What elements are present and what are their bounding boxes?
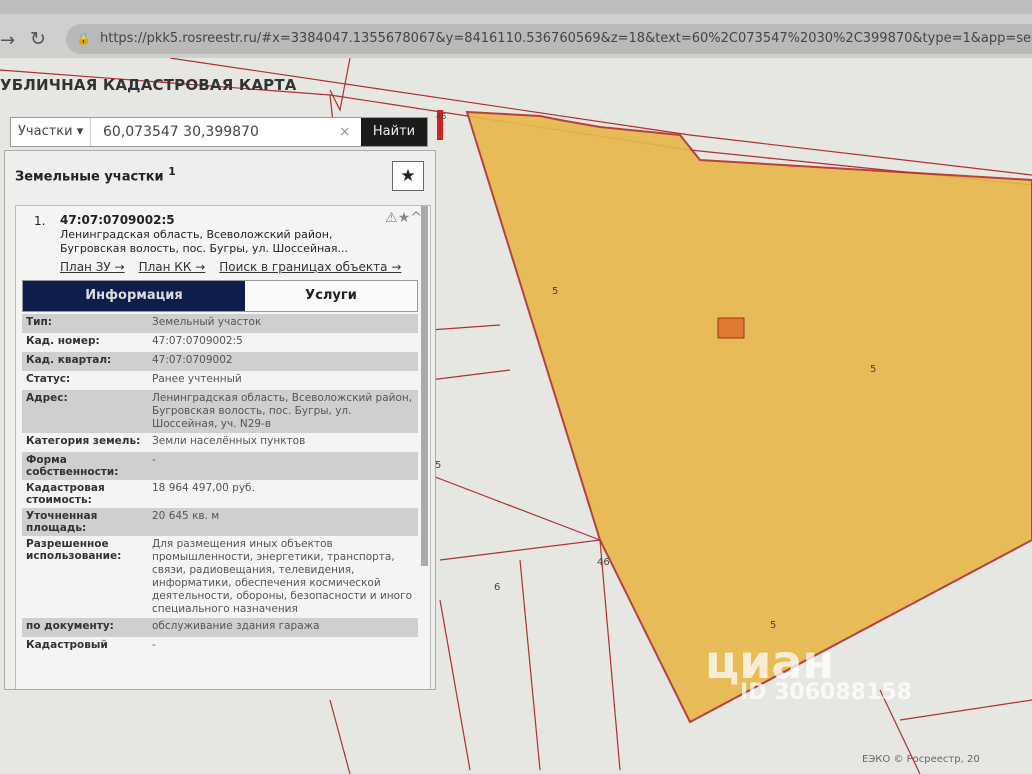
tab-information[interactable]: Информация <box>23 281 245 311</box>
info-key: по документу: <box>26 620 114 632</box>
plan-kk-link[interactable]: План КК → <box>139 260 206 274</box>
info-key: Разрешенное использование: <box>26 538 122 562</box>
info-table: Тип: Земельный участок Кад. номер: 47:07:07… <box>22 314 418 656</box>
result-card: 1. 47:07:0709002:5 ⚠★^ Ленинградская обл… <box>15 205 431 689</box>
info-row: Тип: Земельный участок <box>22 314 418 333</box>
info-key: Кад. квартал: <box>26 354 112 366</box>
info-value: 18 964 497,00 руб. <box>152 482 255 494</box>
result-index: 1. <box>34 214 46 228</box>
result-address: Ленинградская область, Всеволожский райо… <box>60 228 349 255</box>
info-key: Форма собственности: <box>26 454 119 478</box>
result-count: 1 <box>168 165 176 178</box>
scrollbar[interactable] <box>421 206 428 566</box>
browser-tabs[interactable] <box>0 0 1032 14</box>
info-row: Кадастровая стоимость: 18 964 497,00 руб. <box>22 480 418 508</box>
info-key: Уточненная площадь: <box>26 510 98 534</box>
search-button[interactable]: Найти <box>361 118 427 146</box>
favorites-star-button[interactable]: ★ <box>392 161 424 191</box>
warning-icon[interactable]: ⚠ <box>385 210 398 226</box>
map-label: 6 <box>494 582 501 593</box>
info-value: Для размещения иных объектов промышленно… <box>152 538 413 615</box>
info-value: 47:07:0709002 <box>152 354 233 366</box>
info-value: 47:07:0709002:5 <box>152 335 243 347</box>
lock-icon: 🔒 <box>76 31 91 45</box>
info-key: Кадастровый <box>26 639 108 651</box>
info-row: Кад. номер: 47:07:0709002:5 <box>22 333 418 352</box>
map-label: 5 <box>552 286 559 297</box>
info-value: Ленинградская область, Всеволожский райо… <box>152 392 413 430</box>
search-input[interactable]: 60,073547 30,399870 <box>91 124 339 140</box>
info-key: Категория земель: <box>26 435 141 447</box>
app-title: УБЛИЧНАЯ КАДАСТРОВАЯ КАРТА <box>0 76 297 94</box>
info-row: Категория земель: Земли населённых пункто… <box>22 433 418 452</box>
info-value: - <box>152 454 156 466</box>
info-row: Кад. квартал: 47:07:0709002 <box>22 352 418 371</box>
panel-title: Земельные участки 1 <box>15 165 176 184</box>
info-row: Форма собственности: - <box>22 452 418 480</box>
map-label: 46 <box>436 112 447 121</box>
watermark-id: ID 306088158 <box>740 680 912 705</box>
info-key: Кад. номер: <box>26 335 100 347</box>
info-row: Кадастровый - <box>22 637 418 656</box>
map-copyright: ЕЭКО © Росреестр, 20 <box>862 754 980 765</box>
reload-icon[interactable]: ↻ <box>30 28 46 50</box>
panel-title-text: Земельные участки <box>15 169 164 185</box>
info-value: - <box>152 639 156 651</box>
info-value: Ранее учтенный <box>152 373 242 385</box>
star-icon[interactable]: ★ <box>398 210 411 226</box>
info-key: Адрес: <box>26 392 68 404</box>
parcel-marker-icon <box>717 317 745 339</box>
info-row: Статус: Ранее учтенный <box>22 371 418 390</box>
tab-services[interactable]: Услуги <box>245 281 417 311</box>
map-label: 5 <box>870 364 877 375</box>
map-label: 46 <box>597 557 610 568</box>
search-in-bounds-link[interactable]: Поиск в границах объекта → <box>219 260 401 274</box>
clear-icon[interactable]: × <box>339 124 361 140</box>
browser-toolbar: → ↻ https://pkk5.rosreestr.ru/#x=3384047… <box>0 0 1032 58</box>
search-bar: Участки ▾ 60,073547 30,399870 × Найти <box>10 117 428 147</box>
results-panel: Земельные участки 1 ★ 1. 47:07:0709002:5… <box>4 150 436 690</box>
plan-zu-link[interactable]: План ЗУ → <box>60 260 125 274</box>
info-value: Земельный участок <box>152 316 262 328</box>
info-value: 20 645 кв. м <box>152 510 220 522</box>
info-value: обслуживание здания гаража <box>152 620 320 632</box>
info-key: Кадастровая стоимость: <box>26 482 105 506</box>
info-value: Земли населённых пунктов <box>152 435 306 447</box>
cad-number-title[interactable]: 47:07:0709002:5 <box>60 213 175 227</box>
search-scope-dropdown[interactable]: Участки ▾ <box>11 118 91 146</box>
info-row: Уточненная площадь: 20 645 кв. м <box>22 508 418 536</box>
info-key: Тип: <box>26 316 52 328</box>
info-row: Разрешенное использование: Для размещения… <box>22 536 418 618</box>
info-row: Адрес: Ленинградская область, Всеволожски… <box>22 390 418 433</box>
map-label: 5 <box>770 620 777 631</box>
info-row: по документу: обслуживание здания гаража <box>22 618 418 637</box>
address-bar[interactable]: https://pkk5.rosreestr.ru/#x=3384047.135… <box>66 24 1032 54</box>
info-key: Статус: <box>26 373 71 385</box>
back-icon[interactable]: → <box>0 30 15 51</box>
